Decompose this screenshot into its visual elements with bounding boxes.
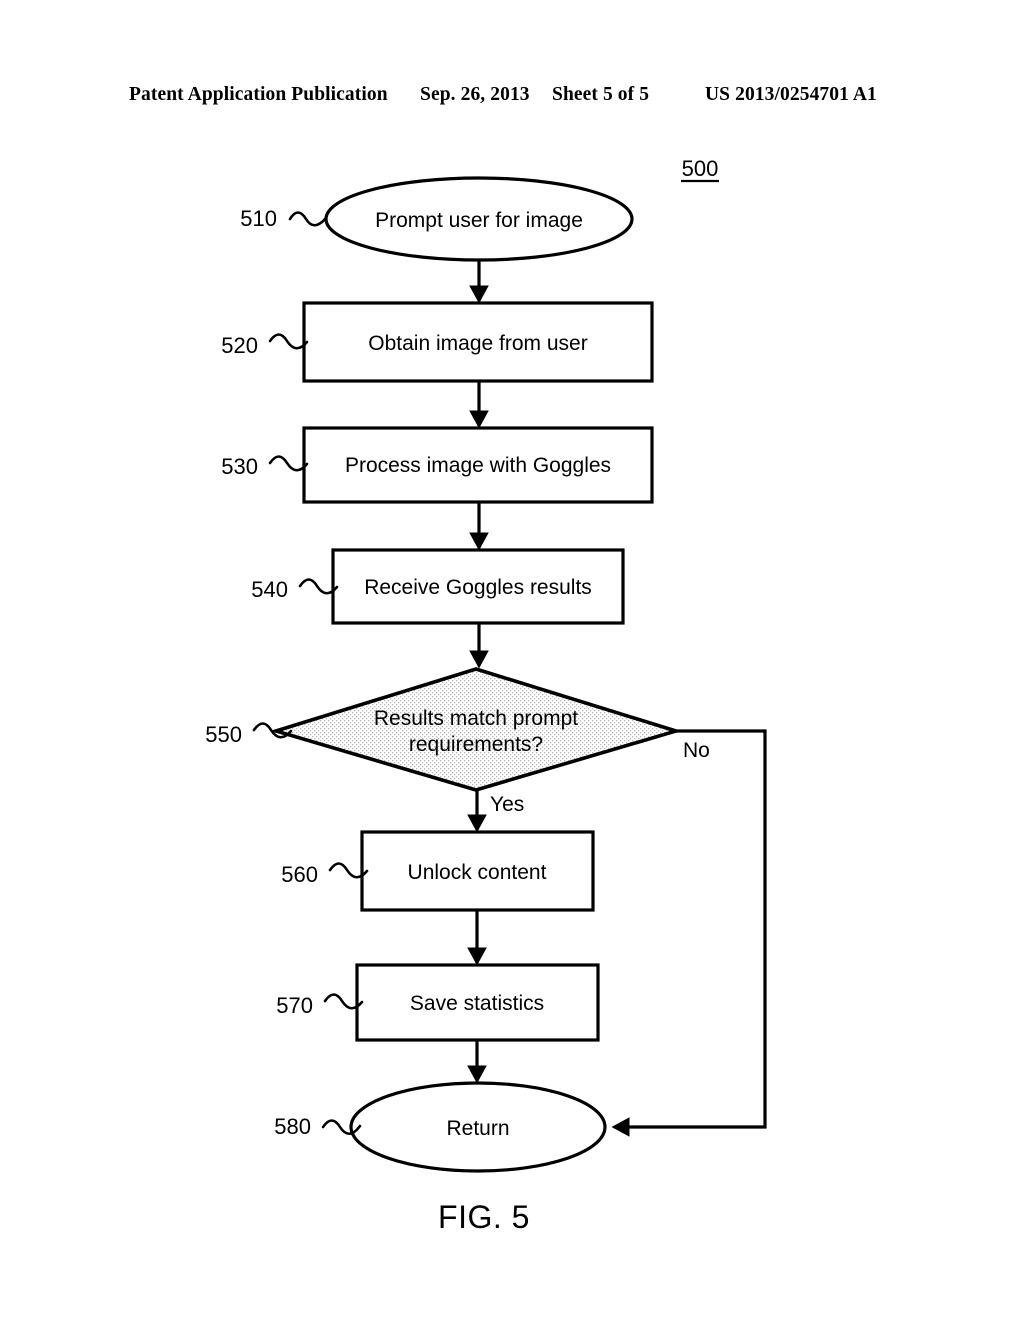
- node-530: Process image with Goggles 530: [221, 426, 654, 504]
- node-570-label: Save statistics: [410, 992, 544, 1015]
- node-520-label: Obtain image from user: [368, 332, 587, 355]
- node-540-label: Receive Goggles results: [364, 576, 592, 599]
- node-530-ref: 530: [221, 454, 258, 479]
- node-510: Prompt user for image 510: [240, 176, 634, 262]
- node-560: Unlock content 560: [281, 830, 595, 912]
- branch-label-yes: Yes: [490, 793, 524, 816]
- connector-550-580-no: [611, 729, 767, 1137]
- node-520-leader-squiggle: [268, 333, 309, 350]
- node-530-leader-squiggle: [268, 455, 309, 472]
- node-550-label-line1: Results match prompt: [374, 707, 578, 730]
- node-580-ref: 580: [274, 1114, 311, 1139]
- diagram-number: 500: [681, 156, 719, 183]
- node-560-ref: 560: [281, 862, 318, 887]
- node-550: Results match prompt requirements? 550: [205, 667, 683, 792]
- node-550-label-line2: requirements?: [409, 733, 543, 756]
- diagram-number-text: 500: [682, 156, 719, 181]
- branch-label-no: No: [683, 739, 710, 762]
- node-570: Save statistics 570: [276, 963, 600, 1042]
- node-560-label: Unlock content: [408, 861, 547, 884]
- node-530-label: Process image with Goggles: [345, 454, 611, 477]
- figure-caption: FIG. 5: [438, 1199, 530, 1235]
- node-550-ref: 550: [205, 722, 242, 747]
- patent-page: Patent Application Publication Sep. 26, …: [0, 0, 1024, 1320]
- node-540: Receive Goggles results 540: [251, 548, 625, 625]
- node-510-leader-squiggle: [288, 211, 328, 227]
- node-540-ref: 540: [251, 577, 288, 602]
- node-510-ref: 510: [240, 206, 277, 231]
- node-520: Obtain image from user 520: [221, 301, 654, 383]
- node-570-ref: 570: [276, 993, 313, 1018]
- flowchart-figure: 500 Prompt user for image 510 Obtain ima…: [205, 156, 767, 1235]
- node-510-label: Prompt user for image: [375, 209, 583, 232]
- node-520-ref: 520: [221, 333, 258, 358]
- node-580: Return 580: [274, 1081, 607, 1173]
- node-580-label: Return: [446, 1117, 509, 1140]
